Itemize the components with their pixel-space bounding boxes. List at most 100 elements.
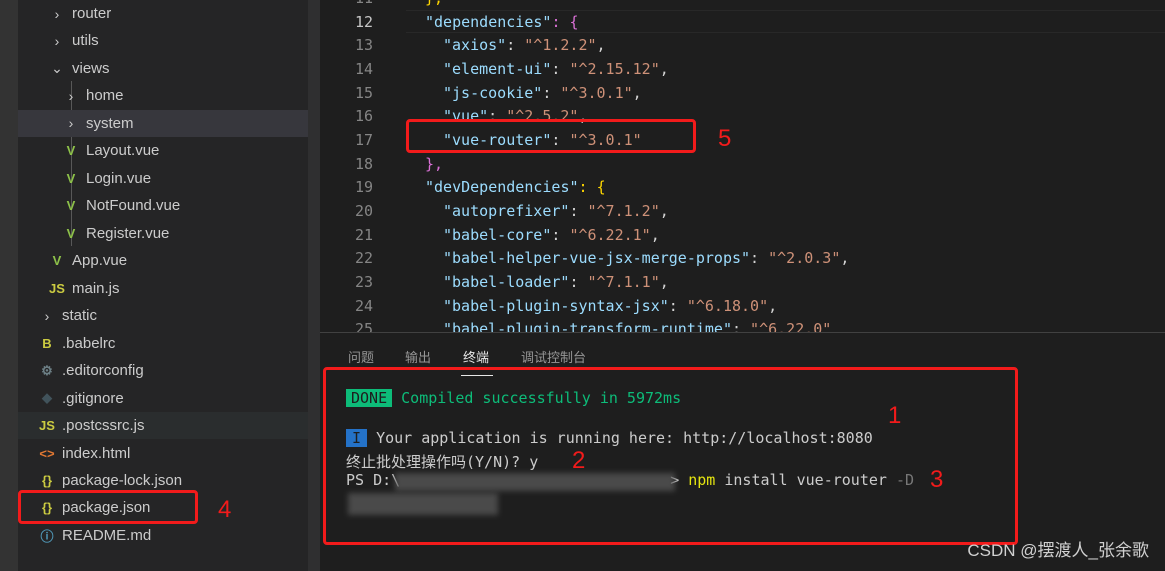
- explorer-item[interactable]: ◆ .gitignore: [18, 385, 308, 412]
- vue-icon: V: [66, 225, 76, 241]
- tab-debug-console[interactable]: 调试控制台: [521, 347, 586, 366]
- annotation-box-4: [18, 490, 198, 524]
- explorer-item-label: Register.vue: [86, 224, 170, 242]
- explorer-item[interactable]: › static: [18, 302, 308, 329]
- line-number: 25: [354, 320, 373, 332]
- json-value: "^3.0.1": [560, 83, 633, 102]
- chevron-right-icon: ›: [68, 115, 74, 132]
- punctuation: ,: [650, 225, 660, 244]
- babel-icon: B: [42, 335, 52, 351]
- explorer-item[interactable]: ⌄ views: [18, 55, 308, 82]
- json-value: "^6.22.0": [750, 320, 832, 332]
- line-number: 12: [354, 12, 373, 31]
- code-line: "babel-core": "^6.22.1",: [443, 225, 660, 244]
- json-key: "autoprefixer": [443, 202, 570, 221]
- line-number: 11: [320, 0, 373, 10]
- line-number: 13: [354, 36, 373, 55]
- json-value: "^1.2.2": [524, 36, 597, 55]
- js-icon: JS: [39, 418, 55, 434]
- explorer-item-label: home: [86, 87, 124, 105]
- code-line: "babel-plugin-transform-runtime": "^6.22…: [443, 317, 831, 332]
- chevron-right-icon: ›: [54, 32, 60, 49]
- code-line: "axios": "^1.2.2",: [443, 36, 606, 55]
- explorer-item[interactable]: ⓘ README.md: [18, 522, 308, 549]
- json-key: "axios": [443, 36, 507, 55]
- explorer-item-label: views: [72, 59, 110, 77]
- code-line: "babel-helper-vue-jsx-merge-props": "^2.…: [443, 249, 850, 268]
- explorer-item-label: static: [62, 307, 98, 325]
- git-icon: ◆: [42, 390, 52, 406]
- explorer-item[interactable]: B .babelrc: [18, 330, 308, 357]
- explorer-item[interactable]: › utils: [18, 27, 308, 54]
- json-value: "^2.15.12": [569, 60, 660, 78]
- tab-problems[interactable]: 问题: [348, 347, 374, 366]
- explorer-item[interactable]: V NotFound.vue: [18, 192, 308, 219]
- code-line: "autoprefixer": "^7.1.2",: [443, 202, 669, 221]
- explorer-item[interactable]: V Layout.vue: [18, 137, 308, 164]
- explorer-item-label: main.js: [72, 279, 120, 297]
- json-key: "element-ui": [443, 60, 552, 78]
- explorer-item-label: .babelrc: [62, 334, 116, 352]
- line-number: 24: [354, 296, 373, 315]
- explorer-item-label: router: [72, 5, 112, 22]
- explorer-item-label: .gitignore: [62, 389, 124, 407]
- punctuation: : {: [551, 12, 579, 31]
- explorer-item[interactable]: <> index.html: [18, 440, 308, 467]
- explorer-item[interactable]: V App.vue: [18, 247, 308, 274]
- explorer-item-label: index.html: [62, 444, 131, 462]
- punctuation: : {: [578, 178, 606, 197]
- code-line: "dependencies": {: [425, 10, 579, 34]
- json-key: "js-cookie": [443, 83, 543, 102]
- info-icon: ⓘ: [40, 528, 54, 544]
- annotation-4: 4: [218, 496, 232, 523]
- explorer-item-label: Login.vue: [86, 169, 152, 187]
- code-editor[interactable]: 11},12"dependencies": {13"axios": "^1.2.…: [320, 0, 1165, 332]
- punctuation: ,: [596, 36, 606, 55]
- line-number: 21: [354, 225, 373, 244]
- json-key: "dependencies": [425, 12, 552, 31]
- html-icon: <>: [39, 445, 55, 461]
- explorer-item-label: App.vue: [72, 252, 128, 270]
- explorer-item[interactable]: V Login.vue: [18, 165, 308, 192]
- tab-output[interactable]: 输出: [405, 347, 431, 366]
- json-key: "babel-loader": [443, 273, 570, 292]
- chevron-right-icon: ›: [54, 5, 60, 22]
- punctuation: ,: [768, 296, 778, 315]
- punctuation: ,: [840, 249, 850, 268]
- explorer-item-label: NotFound.vue: [86, 197, 181, 215]
- explorer-item-label: utils: [72, 32, 99, 50]
- annotation-2: 2: [572, 447, 586, 474]
- vue-icon: V: [66, 198, 76, 214]
- code-line: "devDependencies": {: [425, 175, 606, 199]
- tab-terminal[interactable]: 终端: [463, 347, 489, 366]
- json-value: "^7.1.2": [587, 202, 660, 221]
- json-key: "babel-core": [443, 225, 552, 244]
- chevron-right-icon: ›: [44, 307, 50, 324]
- vue-icon: V: [66, 143, 76, 159]
- line-number: 16: [354, 107, 373, 126]
- explorer-item-label: README.md: [62, 526, 152, 544]
- json-value: "^2.0.3": [768, 249, 841, 268]
- explorer-item[interactable]: V Register.vue: [18, 220, 308, 247]
- code-line: },: [425, 0, 443, 10]
- json-value: "^7.1.1": [587, 273, 660, 292]
- explorer-item[interactable]: JS .postcssrc.js: [18, 412, 308, 440]
- explorer-item[interactable]: › router: [18, 0, 308, 27]
- chevron-right-icon: ›: [68, 87, 74, 104]
- annotation-5: 5: [718, 125, 732, 152]
- bracket: },: [425, 154, 444, 173]
- bracket: },: [425, 0, 443, 7]
- explorer-item-label: .editorconfig: [62, 362, 144, 380]
- vue-icon: V: [52, 253, 62, 269]
- explorer-item[interactable]: › system: [18, 109, 308, 137]
- explorer-item[interactable]: › home: [18, 82, 308, 109]
- punctuation: ,: [632, 83, 642, 102]
- explorer-item[interactable]: JS main.js: [18, 275, 308, 302]
- json-value: "^6.18.0": [686, 296, 769, 315]
- json-key: "devDependencies": [425, 178, 579, 197]
- sidebar-scrollbar[interactable]: [308, 0, 320, 571]
- json-icon: {}: [41, 472, 53, 488]
- explorer-item[interactable]: ⚙ .editorconfig: [18, 357, 308, 384]
- code-line: "babel-plugin-syntax-jsx": "^6.18.0",: [443, 296, 778, 315]
- code-line: "js-cookie": "^3.0.1",: [443, 83, 642, 102]
